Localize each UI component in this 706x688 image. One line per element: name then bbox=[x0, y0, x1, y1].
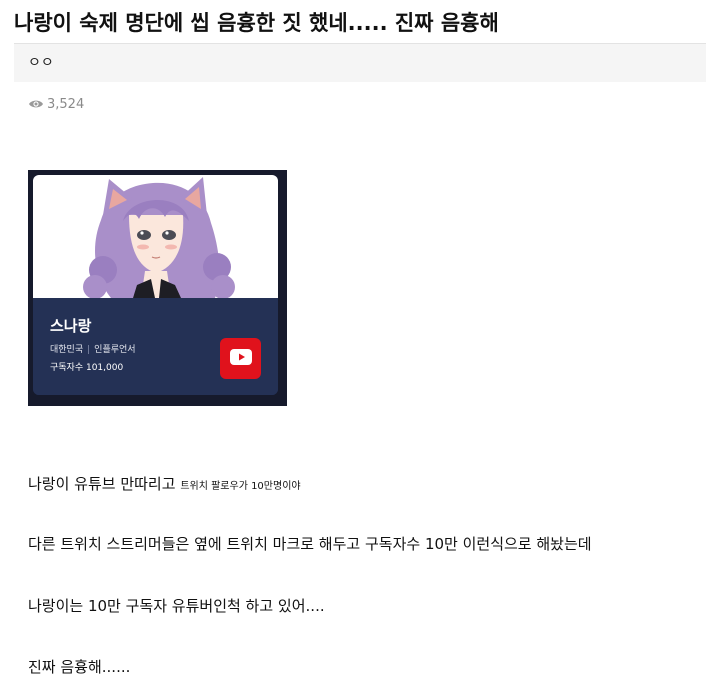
channel-subscribers: 구독자수 101,000 bbox=[50, 363, 124, 373]
content-line-1: 나랑이 유튜브 만따리고 트위치 팔로우가 10만명이야 bbox=[28, 473, 301, 498]
channel-country: 대한민국 bbox=[50, 345, 84, 355]
youtube-icon bbox=[229, 348, 252, 369]
youtube-button[interactable] bbox=[220, 338, 261, 379]
author-name[interactable]: ㅇㅇ bbox=[28, 53, 54, 73]
author-bar: ㅇㅇ bbox=[14, 43, 706, 82]
channel-card-image[interactable]: 스나랑 대한민국 | 인플루언서 구독자수 101,000 bbox=[28, 170, 287, 406]
content-line-1-small: 트위치 팔로우가 10만명이야 bbox=[180, 481, 301, 492]
channel-category: 인플루언서 bbox=[94, 345, 136, 355]
view-count-value: 3,524 bbox=[47, 96, 85, 112]
channel-name: 스나랑 bbox=[50, 317, 92, 335]
content-line-2: 다른 트위치 스트리머들은 옆에 트위치 마크로 해두고 구독자수 10만 이런… bbox=[28, 535, 592, 553]
channel-info: 스나랑 대한민국 | 인플루언서 구독자수 101,000 bbox=[33, 298, 278, 395]
channel-meta: 대한민국 | 인플루언서 bbox=[50, 344, 136, 357]
channel-card: 스나랑 대한민국 | 인플루언서 구독자수 101,000 bbox=[33, 175, 278, 395]
view-count: 3,524 bbox=[28, 94, 84, 114]
content-line-4: 진짜 음흉해...... bbox=[28, 658, 131, 676]
content-line-1-main: 나랑이 유튜브 만따리고 bbox=[28, 475, 181, 493]
meta-separator: | bbox=[87, 345, 91, 355]
channel-avatar-illustration bbox=[33, 175, 278, 298]
content-line-3: 나랑이는 10만 구독자 유튜버인척 하고 있어.... bbox=[28, 597, 325, 615]
eye-icon bbox=[28, 98, 44, 110]
post-title: 나랑이 숙제 명단에 씹 음흉한 짓 했네..... 진짜 음흉해 bbox=[14, 11, 499, 35]
